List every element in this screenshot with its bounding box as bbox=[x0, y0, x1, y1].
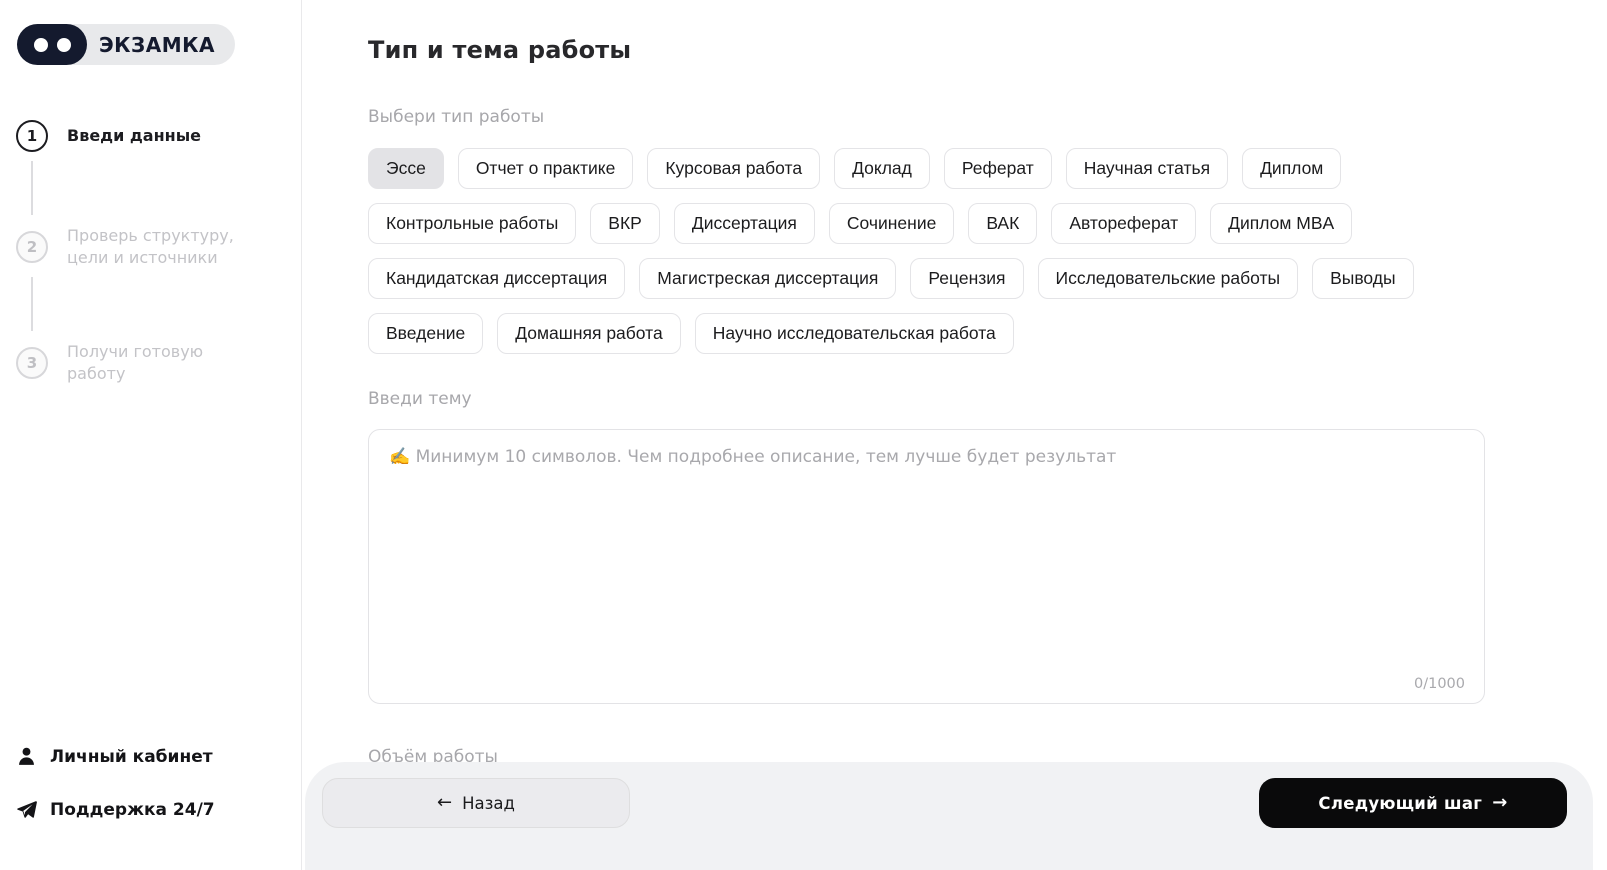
next-button-label: Следующий шаг bbox=[1318, 793, 1483, 813]
work-type-chip[interactable]: Введение bbox=[368, 313, 484, 354]
step-connector bbox=[31, 277, 33, 332]
step-1-label: Введи данные bbox=[67, 126, 202, 146]
footer-action-bar: ← Назад Следующий шаг → bbox=[305, 762, 1593, 870]
step-1-number: 1 bbox=[16, 120, 48, 152]
account-link-label: Личный кабинет bbox=[50, 746, 213, 767]
main-content: Тип и тема работы Выбери тип работы Эссе… bbox=[302, 0, 1607, 767]
topic-label: Введи тему bbox=[368, 389, 472, 409]
work-type-chip[interactable]: Диплом bbox=[1242, 148, 1342, 189]
work-type-chip[interactable]: Доклад bbox=[834, 148, 930, 189]
work-type-chip[interactable]: ВКР bbox=[590, 203, 660, 244]
support-link-label: Поддержка 24/7 bbox=[50, 799, 215, 820]
telegram-icon bbox=[17, 801, 37, 818]
work-type-chip[interactable]: Рецензия bbox=[910, 258, 1024, 299]
step-1: 1 Введи данные bbox=[16, 120, 256, 152]
topic-field-wrap: 0/1000 bbox=[368, 429, 1485, 704]
step-2: 2 Проверь структуру, цели и источники bbox=[16, 225, 256, 268]
work-type-chip[interactable]: Эссе bbox=[368, 148, 444, 189]
step-3-number: 3 bbox=[16, 346, 48, 379]
step-3: 3 Получи готовую работу bbox=[16, 341, 256, 384]
work-type-label: Выбери тип работы bbox=[368, 107, 545, 127]
step-connector bbox=[31, 161, 33, 215]
char-counter: 0/1000 bbox=[1413, 676, 1465, 692]
account-link[interactable]: Личный кабинет bbox=[16, 746, 215, 767]
work-type-chip[interactable]: Отчет о практике bbox=[457, 148, 634, 189]
support-link[interactable]: Поддержка 24/7 bbox=[16, 799, 215, 820]
work-type-chip[interactable]: Исследовательские работы bbox=[1037, 258, 1299, 299]
topic-input[interactable] bbox=[368, 429, 1485, 704]
arrow-left-icon: ← bbox=[437, 792, 453, 813]
page-title: Тип и тема работы bbox=[368, 36, 632, 64]
work-type-chip[interactable]: Магистреская диссертация bbox=[639, 258, 897, 299]
step-3-label: Получи готовую работу bbox=[67, 342, 204, 383]
next-step-button[interactable]: Следующий шаг → bbox=[1259, 778, 1567, 828]
work-type-chips: Эссе Отчет о практике Курсовая работа Докла… bbox=[368, 148, 1488, 354]
work-type-chip[interactable]: Диплом MBA bbox=[1210, 203, 1353, 244]
back-button-label: Назад bbox=[462, 793, 515, 813]
logo-dot bbox=[56, 37, 71, 52]
step-2-number: 2 bbox=[16, 230, 48, 263]
work-type-chip[interactable]: Диссертация bbox=[673, 203, 815, 244]
stepper: 1 Введи данные 2 Проверь структуру, цели… bbox=[16, 120, 256, 384]
work-type-chip[interactable]: Контрольные работы bbox=[368, 203, 577, 244]
work-type-chip[interactable]: ВАК bbox=[968, 203, 1038, 244]
work-type-chip[interactable]: Выводы bbox=[1312, 258, 1414, 299]
work-type-chip[interactable]: Научная статья bbox=[1065, 148, 1229, 189]
sidebar-links: Личный кабинет Поддержка 24/7 bbox=[16, 746, 215, 820]
work-type-chip[interactable]: Курсовая работа bbox=[647, 148, 821, 189]
brand-logo[interactable]: ЭКЗАМКА bbox=[17, 24, 235, 65]
sidebar: ЭКЗАМКА 1 Введи данные 2 Проверь структу… bbox=[0, 0, 302, 870]
work-type-chip[interactable]: Автореферат bbox=[1051, 203, 1197, 244]
brand-name: ЭКЗАМКА bbox=[99, 32, 215, 57]
work-type-chip[interactable]: Кандидатская диссертация bbox=[368, 258, 626, 299]
work-type-chip[interactable]: Реферат bbox=[943, 148, 1052, 189]
work-type-chip[interactable]: Научно исследовательская работа bbox=[694, 313, 1014, 354]
work-type-chip[interactable]: Домашняя работа bbox=[497, 313, 681, 354]
work-type-chip[interactable]: Сочинение bbox=[828, 203, 955, 244]
logo-dot bbox=[33, 37, 48, 52]
back-button[interactable]: ← Назад bbox=[322, 778, 630, 828]
arrow-right-icon: → bbox=[1492, 792, 1508, 813]
brand-logo-icon bbox=[17, 24, 87, 65]
step-2-label: Проверь структуру, цели и источники bbox=[67, 226, 234, 267]
person-icon bbox=[19, 747, 34, 765]
